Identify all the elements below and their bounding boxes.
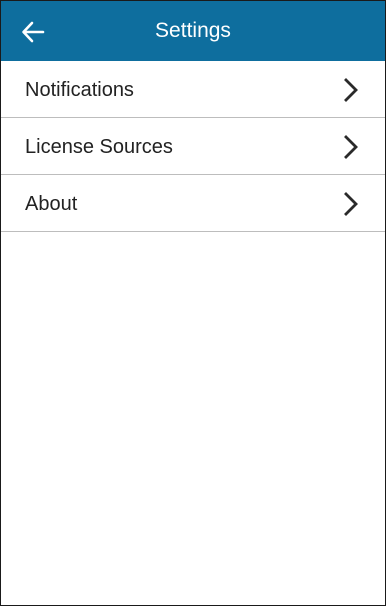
chevron-right-icon [344,135,358,159]
chevron-right-icon [344,192,358,216]
chevron-right-icon [344,78,358,102]
settings-list: Notifications License Sources About [1,61,385,232]
settings-item-about[interactable]: About [1,175,385,232]
page-title: Settings [155,19,231,42]
settings-item-license-sources[interactable]: License Sources [1,118,385,175]
settings-screen: Settings Notifications License Sources A… [0,0,386,606]
settings-item-label: Notifications [25,79,134,101]
settings-item-notifications[interactable]: Notifications [1,61,385,118]
settings-item-label: About [25,193,78,215]
back-button[interactable] [15,14,51,50]
app-bar: Settings [1,1,385,61]
arrow-left-icon [22,21,45,43]
settings-item-label: License Sources [25,136,173,158]
